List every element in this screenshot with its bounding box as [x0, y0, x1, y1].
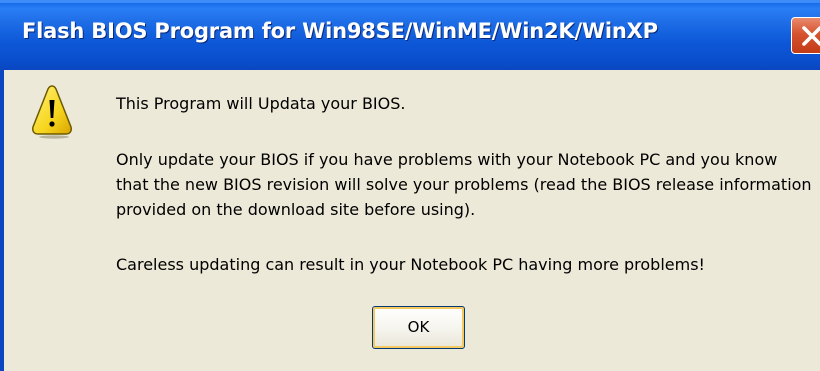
message-warning-line: provided on the download site before usi… — [116, 200, 476, 219]
flash-bios-dialog: Flash BIOS Program for Win98SE/WinME/Win… — [0, 0, 820, 371]
window-title: Flash BIOS Program for Win98SE/WinME/Win… — [22, 19, 658, 43]
close-button[interactable] — [791, 17, 820, 54]
message-warning: Only update your BIOS if you have proble… — [116, 147, 812, 222]
warning-icon — [32, 85, 72, 139]
message-warning-line: that the new BIOS revision will solve yo… — [116, 175, 812, 194]
message-intro: This Program will Updata your BIOS. — [116, 94, 406, 113]
message-warning-line: Only update your BIOS if you have proble… — [116, 150, 778, 169]
title-bar[interactable]: Flash BIOS Program for Win98SE/WinME/Win… — [0, 0, 820, 70]
message-caution: Careless updating can result in your Not… — [116, 255, 705, 274]
title-bar-highlight — [0, 0, 820, 3]
close-icon — [802, 26, 820, 46]
ok-button[interactable]: OK — [372, 306, 465, 349]
